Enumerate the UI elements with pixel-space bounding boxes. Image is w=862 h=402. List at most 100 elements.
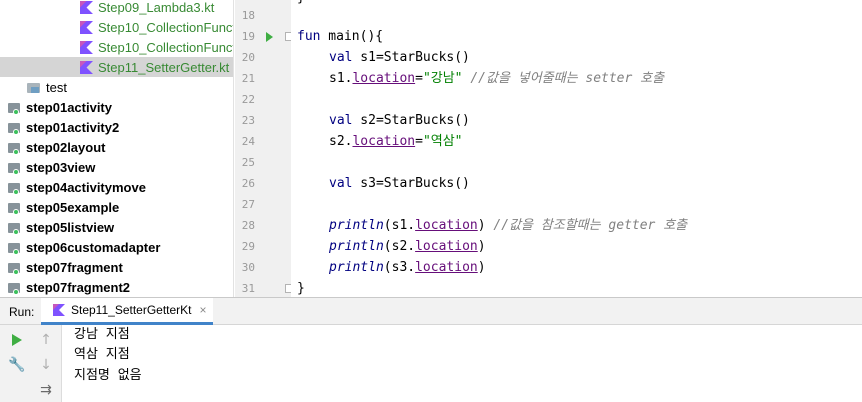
line-number: 27 <box>241 198 255 211</box>
line-number: 20 <box>241 51 255 64</box>
code-line: } <box>297 0 305 8</box>
editor-gutter: 18 19 20 21 22 23 24 25 26 27 28 29 30 3… <box>235 0 294 297</box>
run-tab-step11[interactable]: Step11_SetterGetterKt × <box>41 298 213 325</box>
tree-item-label: step01activity <box>26 99 112 115</box>
module-icon <box>7 121 22 135</box>
tree-item-step11-settergetter[interactable]: Step11_SetterGetter.kt <box>0 57 233 77</box>
soft-wrap-icon[interactable]: ⇉ <box>36 380 56 400</box>
line-number: 25 <box>241 156 255 169</box>
line-number: 31 <box>241 282 255 295</box>
code-line-19: fun main(){ <box>297 26 383 47</box>
run-console[interactable]: 강남 지점 역삼 지점 지점명 없음 <box>63 325 862 402</box>
kotlin-file-icon <box>53 304 65 316</box>
code-text: ) <box>477 260 486 275</box>
kotlin-file-icon <box>80 60 93 74</box>
line-number: 19 <box>241 30 255 43</box>
property: location <box>415 260 478 275</box>
tree-module-step02layout[interactable]: step02layout <box>0 137 233 157</box>
keyword: val <box>329 50 353 65</box>
code-text: = <box>415 71 423 86</box>
property: location <box>352 71 416 86</box>
code-text: ) <box>477 239 486 254</box>
tree-item-step10-collectionfunction[interactable]: Step10_CollectionFunctio <box>0 17 233 37</box>
tree-module-step07fragment2[interactable]: step07fragment2 <box>0 277 233 297</box>
function-call: println <box>329 218 384 233</box>
tree-item-label: test <box>46 79 67 95</box>
wrench-icon[interactable]: 🔧 <box>7 355 27 375</box>
code-line-26: val s3=StarBucks() <box>329 173 470 194</box>
run-toolbar: ↑ 🔧 ↓ ⇉ <box>0 325 62 402</box>
comment: //값을 넣어줄때는 setter 호출 <box>462 71 665 86</box>
code-text: (s3. <box>383 260 416 275</box>
property: location <box>415 218 478 233</box>
module-icon <box>7 141 22 155</box>
property: location <box>352 134 416 149</box>
tree-item-label: Step11_SetterGetter.kt <box>98 59 230 75</box>
tree-module-step03view[interactable]: step03view <box>0 157 233 177</box>
tree-module-step04activitymove[interactable]: step04activitymove <box>0 177 233 197</box>
tree-module-step05example[interactable]: step05example <box>0 197 233 217</box>
code-line-30: println(s3.location) <box>329 257 486 278</box>
tree-item-step09-lambda3[interactable]: Step09_Lambda3.kt <box>0 0 233 17</box>
close-icon[interactable]: × <box>200 303 207 317</box>
run-panel-label: Run: <box>9 305 35 319</box>
module-icon <box>7 101 22 115</box>
module-icon <box>7 261 22 275</box>
tree-item-label: Step09_Lambda3.kt <box>98 0 215 15</box>
tree-item-label: step03view <box>26 159 96 175</box>
module-icon <box>7 181 22 195</box>
code-line-29: println(s2.location) <box>329 236 486 257</box>
rerun-icon[interactable] <box>7 330 27 350</box>
line-number: 30 <box>241 261 255 274</box>
console-output-line: 지점명 없음 <box>74 368 142 383</box>
line-number: 23 <box>241 114 255 127</box>
tree-item-label: step02layout <box>26 139 106 155</box>
line-number: 22 <box>241 93 255 106</box>
tree-folder-test[interactable]: test <box>0 77 233 97</box>
code-text: = <box>415 134 423 149</box>
code-text: main(){ <box>320 29 384 44</box>
code-text: s2=StarBucks() <box>352 113 470 128</box>
line-number: 18 <box>241 9 255 22</box>
code-line-24: s2.location="역삼" <box>329 131 463 152</box>
arrow-up-icon[interactable]: ↑ <box>36 330 56 350</box>
code-text: s2. <box>329 134 353 149</box>
property: location <box>415 239 478 254</box>
keyword: fun <box>297 29 321 44</box>
code-text: (s2. <box>383 239 416 254</box>
code-text: ) <box>477 218 486 233</box>
code-text: s1=StarBucks() <box>352 50 470 65</box>
tree-item-label: step07fragment2 <box>26 279 131 295</box>
tree-item-label: step07fragment <box>26 259 123 275</box>
module-icon <box>7 161 22 175</box>
run-panel-header: Run: Step11_SetterGetterKt × <box>0 297 862 325</box>
console-output-line: 역삼 지점 <box>74 347 130 362</box>
module-icon <box>7 221 22 235</box>
tree-item-label: step05listview <box>26 219 115 235</box>
tree-item-label: step04activitymove <box>26 179 146 195</box>
line-number: 29 <box>241 240 255 253</box>
console-output-line: 강남 지점 <box>74 327 130 342</box>
tree-module-step07fragment[interactable]: step07fragment <box>0 257 233 277</box>
code-line-20: val s1=StarBucks() <box>329 47 470 68</box>
run-icon[interactable] <box>266 32 273 42</box>
keyword: val <box>329 113 353 128</box>
tree-item-step10-collectionfunction-2[interactable]: Step10_CollectionFunctio <box>0 37 233 57</box>
code-text: s3=StarBucks() <box>352 176 470 191</box>
tree-module-step01activity2[interactable]: step01activity2 <box>0 117 233 137</box>
string-literal: "역삼" <box>422 134 463 149</box>
run-tab-label: Step11_SetterGetterKt <box>71 303 192 317</box>
module-icon <box>7 281 22 295</box>
tree-item-label: step06customadapter <box>26 239 161 255</box>
tree-module-step06customadapter[interactable]: step06customadapter <box>0 237 233 257</box>
kotlin-file-icon <box>80 40 93 54</box>
code-line-28: println(s1.location) //값을 참조할때는 getter 호… <box>329 215 687 236</box>
code-text: (s1. <box>383 218 416 233</box>
folder-icon <box>27 81 41 93</box>
tree-module-step01activity[interactable]: step01activity <box>0 97 233 117</box>
tree-module-step05listview[interactable]: step05listview <box>0 217 233 237</box>
line-number: 24 <box>241 135 255 148</box>
code-editor[interactable]: } fun main(){ val s1=StarBucks() s1.loca… <box>291 0 862 297</box>
arrow-down-icon[interactable]: ↓ <box>36 355 56 375</box>
module-icon <box>7 201 22 215</box>
